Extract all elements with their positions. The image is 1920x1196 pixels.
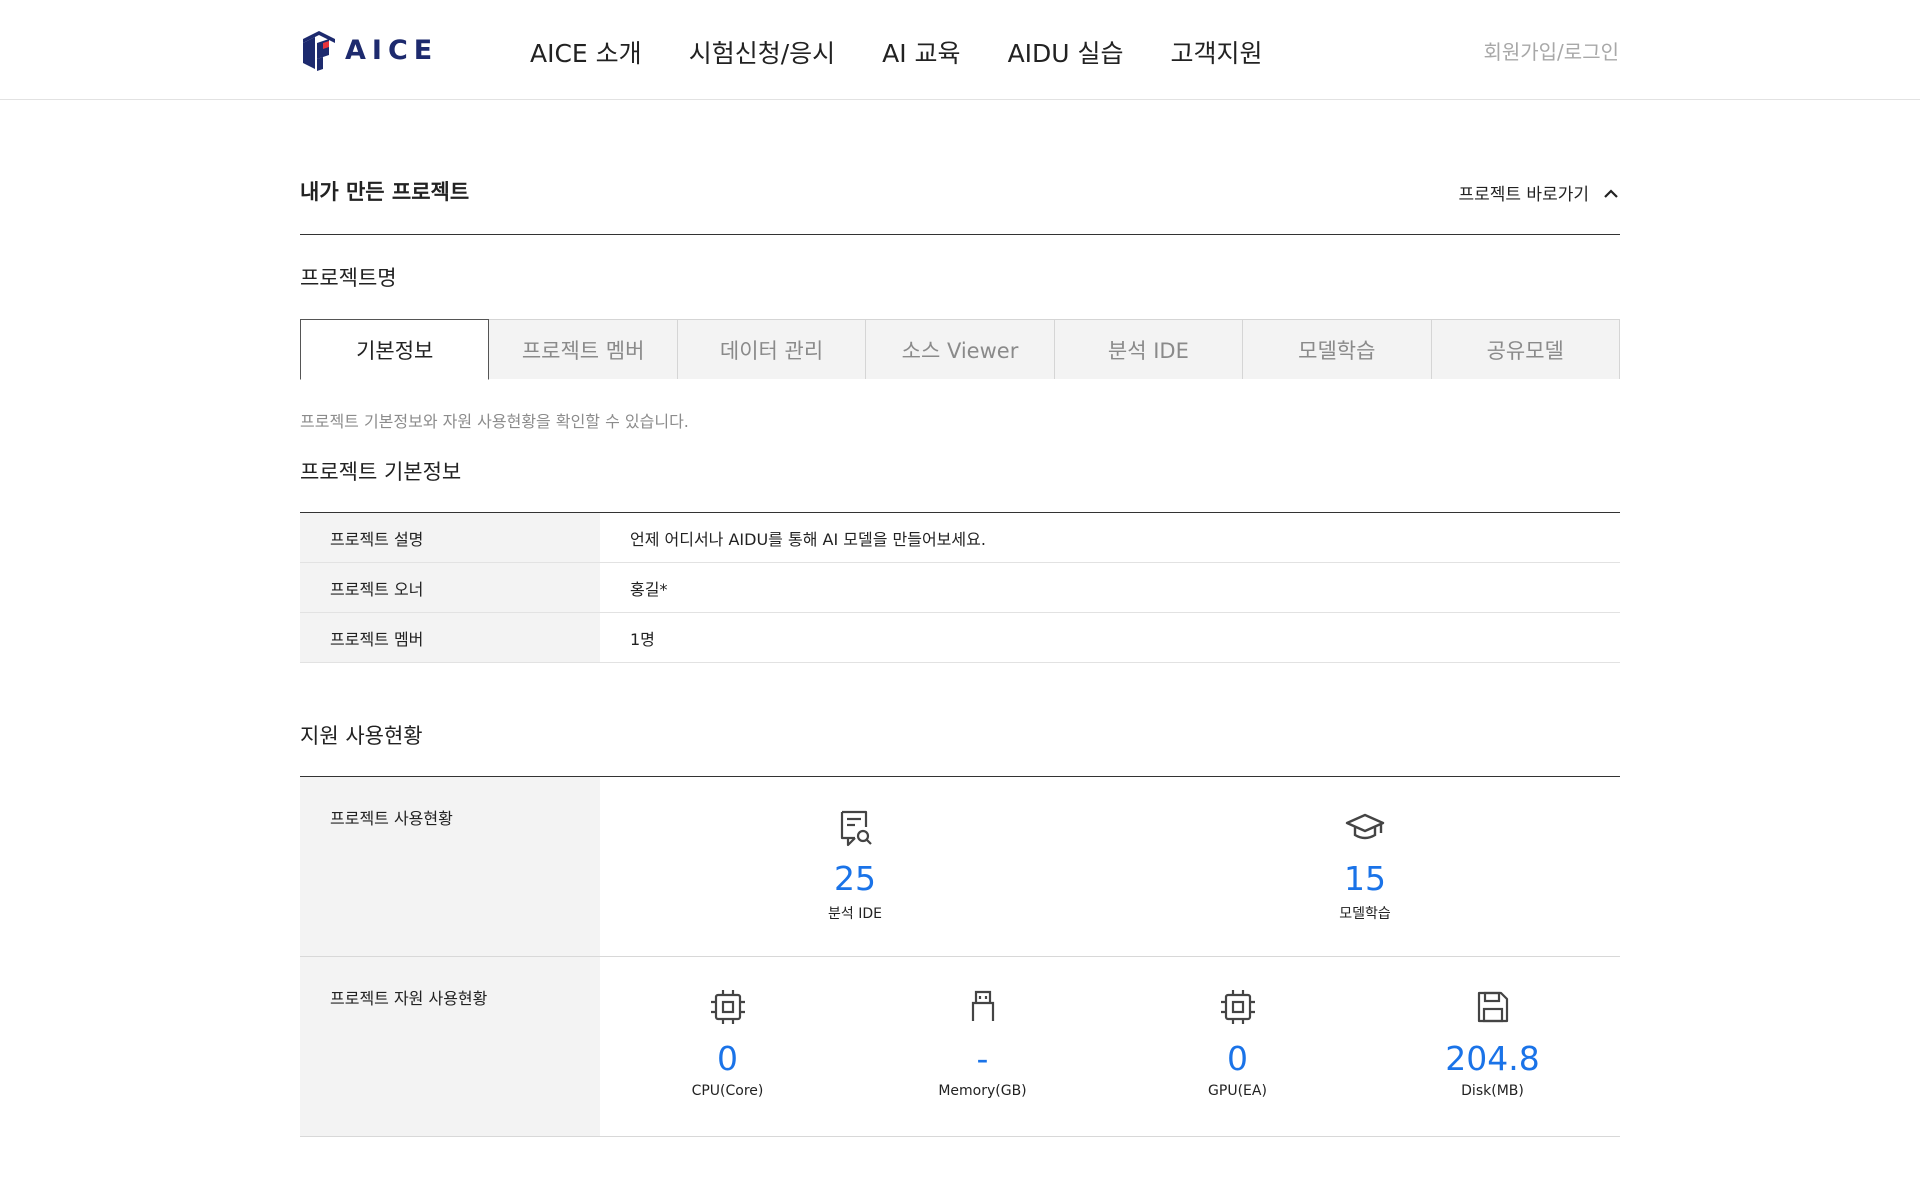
- main-nav: AICE 소개 시험신청/응시 AI 교육 AIDU 실습 고객지원: [530, 34, 1310, 70]
- usage-item-analysis-ide: 25 분석 IDE: [600, 777, 1110, 956]
- usage-value-cpu: 0: [717, 1039, 738, 1078]
- usage-item-disk: 204.8 Disk(MB): [1365, 957, 1620, 1136]
- tab-shared-models[interactable]: 공유모델: [1431, 319, 1620, 379]
- resource-usage-key: 프로젝트 자원 사용현황: [300, 957, 600, 1136]
- row-value-owner: 홍길*: [630, 579, 668, 599]
- logo-text: AICE: [345, 34, 439, 66]
- chevron-up-icon: [1604, 188, 1618, 198]
- tab-analysis-ide[interactable]: 분석 IDE: [1054, 319, 1244, 379]
- usage-label-analysis-ide: 분석 IDE: [828, 906, 882, 922]
- usage-item-model-training: 15 모델학습: [1110, 777, 1620, 956]
- nav-item-aidu-practice[interactable]: AIDU 실습: [1008, 34, 1124, 70]
- usage-item-memory: - Memory(GB): [855, 957, 1110, 1136]
- row-value-description: 언제 어디서나 AIDU를 통해 AI 모델을 만들어보세요.: [630, 529, 986, 549]
- page-title: 내가 만든 프로젝트: [300, 180, 470, 204]
- project-usage-cells: 25 분석 IDE 15 모델학습: [600, 777, 1620, 956]
- usage-value-gpu: 0: [1227, 1039, 1248, 1078]
- usage-table: 프로젝트 사용현황 25 분석 IDE 15 모델학습 프로젝트 자원 사용현황…: [300, 776, 1620, 1137]
- project-tabs: 기본정보 프로젝트 멤버 데이터 관리 소스 Viewer 분석 IDE 모델학…: [300, 319, 1620, 380]
- usage-label-cpu: CPU(Core): [691, 1083, 764, 1099]
- aice-logo-mark-icon: [303, 31, 335, 71]
- tab-data-management[interactable]: 데이터 관리: [677, 319, 867, 379]
- table-row: 프로젝트 오너 홍길*: [300, 563, 1620, 613]
- tab-basic-info[interactable]: 기본정보: [300, 319, 490, 380]
- usage-label-disk: Disk(MB): [1461, 1083, 1524, 1099]
- usage-item-gpu: 0 GPU(EA): [1110, 957, 1365, 1136]
- nav-item-ai-education[interactable]: AI 교육: [882, 34, 960, 70]
- usage-value-disk: 204.8: [1445, 1039, 1540, 1078]
- nav-item-customer-support[interactable]: 고객지원: [1171, 34, 1263, 70]
- tab-description: 프로젝트 기본정보와 자원 사용현황을 확인할 수 있습니다.: [300, 412, 689, 431]
- section-divider: [300, 234, 1620, 235]
- top-header: AICE AICE 소개 시험신청/응시 AI 교육 AIDU 실습 고객지원 …: [0, 0, 1920, 100]
- usage-label-memory: Memory(GB): [938, 1083, 1027, 1099]
- project-shortcut-label: 프로젝트 바로가기: [1458, 185, 1589, 205]
- row-key-owner: 프로젝트 오너: [300, 563, 600, 612]
- nav-item-aice-intro[interactable]: AICE 소개: [530, 34, 642, 70]
- usage-value-memory: -: [976, 1039, 989, 1078]
- tab-model-training[interactable]: 모델학습: [1243, 319, 1432, 379]
- usage-item-cpu: 0 CPU(Core): [600, 957, 855, 1136]
- disk-save-icon: [1477, 991, 1508, 1023]
- usage-value-model-training: 15: [1344, 859, 1386, 898]
- resource-usage-cells: 0 CPU(Core) - Memory(GB) 0 GPU(EA) 204.8…: [600, 957, 1620, 1136]
- signup-login-link[interactable]: 회원가입/로그인: [1483, 36, 1619, 65]
- usage-title: 지원 사용현황: [300, 724, 423, 748]
- table-row: 프로젝트 자원 사용현황 0 CPU(Core) - Memory(GB) 0 …: [300, 957, 1620, 1137]
- usage-value-analysis-ide: 25: [834, 859, 876, 898]
- gpu-chip-icon: [1220, 990, 1255, 1024]
- row-key-members: 프로젝트 멤버: [300, 613, 600, 662]
- project-shortcut-button[interactable]: 프로젝트 바로가기: [1458, 180, 1619, 205]
- graduation-cap-icon: [1345, 813, 1385, 840]
- tab-source-viewer[interactable]: 소스 Viewer: [866, 319, 1055, 379]
- row-value-members: 1명: [630, 629, 655, 649]
- tab-project-members[interactable]: 프로젝트 멤버: [489, 319, 678, 379]
- project-usage-key: 프로젝트 사용현황: [300, 777, 600, 956]
- memory-icon: [971, 990, 994, 1021]
- nav-item-exam-apply[interactable]: 시험신청/응시: [689, 34, 835, 70]
- basic-info-title: 프로젝트 기본정보: [300, 460, 462, 484]
- project-name: 프로젝트명: [300, 266, 397, 290]
- usage-label-gpu: GPU(EA): [1208, 1083, 1267, 1099]
- usage-label-model-training: 모델학습: [1339, 906, 1391, 922]
- document-search-icon: [840, 810, 872, 847]
- table-row: 프로젝트 사용현황 25 분석 IDE 15 모델학습: [300, 777, 1620, 957]
- table-row: 프로젝트 설명 언제 어디서나 AIDU를 통해 AI 모델을 만들어보세요.: [300, 513, 1620, 563]
- row-key-description: 프로젝트 설명: [300, 513, 600, 562]
- aice-logo[interactable]: AICE: [299, 28, 438, 72]
- cpu-chip-icon: [710, 990, 745, 1024]
- table-row: 프로젝트 멤버 1명: [300, 613, 1620, 663]
- basic-info-table: 프로젝트 설명 언제 어디서나 AIDU를 통해 AI 모델을 만들어보세요. …: [300, 512, 1620, 663]
